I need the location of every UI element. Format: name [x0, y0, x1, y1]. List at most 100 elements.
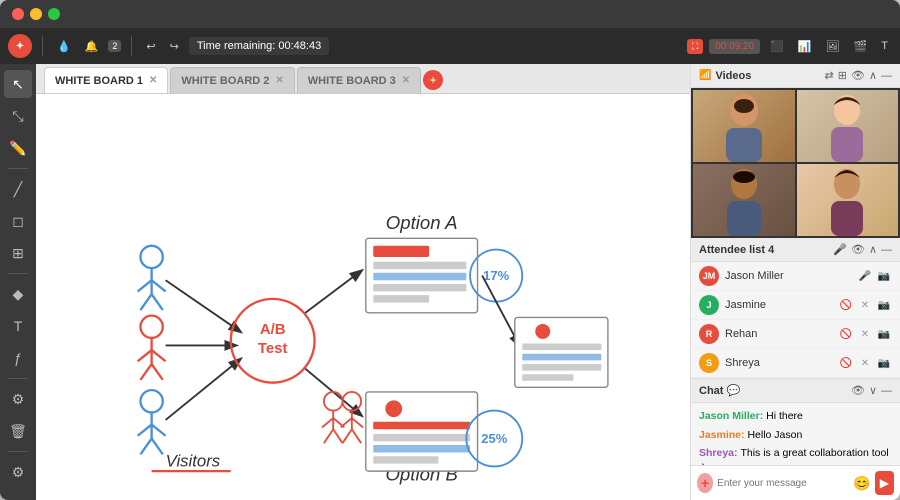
- chat-input-field[interactable]: [717, 478, 849, 489]
- chat-input-bar: + 😊 ▶: [691, 465, 900, 500]
- tab-whiteboard-2[interactable]: WHITE BOARD 2 ✕: [170, 67, 294, 93]
- tab-close-3[interactable]: ✕: [402, 75, 410, 86]
- attendee-eye-icon[interactable]: 👁: [851, 243, 865, 256]
- video-thumb-2: [797, 90, 899, 162]
- fullscreen-icon[interactable]: ⛶: [687, 39, 703, 54]
- shape-tool[interactable]: ◻: [4, 207, 32, 235]
- delete-tool[interactable]: 🗑: [4, 417, 32, 445]
- lasso-tool[interactable]: ⤡: [4, 102, 32, 130]
- chat-label: Chat 💬: [699, 384, 847, 397]
- videos-shuffle-icon[interactable]: ⇄: [825, 69, 834, 82]
- attendee-collapse-icon[interactable]: —: [881, 244, 892, 256]
- whiteboard-canvas[interactable]: Visitors: [36, 94, 690, 500]
- help-tool[interactable]: ⚙: [4, 458, 32, 486]
- chat-add-button[interactable]: +: [697, 473, 713, 493]
- tabs-bar: WHITE BOARD 1 ✕ WHITE BOARD 2 ✕ WHITE BO…: [36, 64, 690, 94]
- chat-emoji-icon[interactable]: 😊: [853, 475, 870, 492]
- attendee-list-label: Attendee list 4: [699, 244, 829, 256]
- attendee-controls-2: 🚫 ✕ 📷: [838, 297, 892, 313]
- chat-collapse-icon[interactable]: —: [881, 385, 892, 397]
- grid-tool[interactable]: ⊞: [4, 239, 32, 267]
- attendee-expand-icon[interactable]: ∧: [869, 243, 877, 256]
- close-button[interactable]: [12, 8, 24, 20]
- badge: 2: [108, 40, 121, 52]
- attendee-controls-1: 🎤 📷: [857, 268, 892, 284]
- chat-eye-icon[interactable]: 👁: [851, 384, 865, 397]
- cam-mute-icon-4[interactable]: ✕: [857, 355, 873, 371]
- water-icon[interactable]: 💧: [53, 38, 75, 55]
- tool-separator-1: [8, 168, 28, 169]
- mic-mute-icon-2[interactable]: 🚫: [838, 297, 854, 313]
- title-bar: [0, 0, 900, 28]
- svg-text:17%: 17%: [483, 268, 509, 283]
- tab-whiteboard-3[interactable]: WHITE BOARD 3 ✕: [297, 67, 421, 93]
- chat-expand-icon[interactable]: ∨: [869, 384, 877, 397]
- cam-icon-1[interactable]: 📷: [876, 268, 892, 284]
- attendee-mic-icon[interactable]: 🎤: [833, 243, 847, 256]
- toolbar-icon-1[interactable]: ⬛: [766, 38, 788, 55]
- attendee-badge-1: JM: [699, 266, 719, 286]
- toolbar-icon-4[interactable]: 🎬: [850, 38, 872, 55]
- attendee-name-4: Shreya: [725, 357, 832, 369]
- tab-close-1[interactable]: ✕: [149, 75, 157, 86]
- minimize-button[interactable]: [30, 8, 42, 20]
- chat-header: Chat 💬 👁 ∨ —: [691, 379, 900, 403]
- maximize-button[interactable]: [48, 8, 60, 20]
- undo-button[interactable]: ↩: [142, 38, 159, 55]
- toolbar-icon-2[interactable]: 📊: [794, 38, 816, 55]
- line-tool[interactable]: ╱: [4, 175, 32, 203]
- cam-mute-icon-3[interactable]: ✕: [857, 326, 873, 342]
- redo-button[interactable]: ↪: [166, 38, 183, 55]
- curve-tool[interactable]: ƒ: [4, 344, 32, 372]
- video-thumb-3: [693, 164, 795, 236]
- videos-grid-icon[interactable]: ⊞: [838, 69, 847, 82]
- chat-section: Chat 💬 👁 ∨ — Jason Miller: Hi there Jasm…: [691, 379, 900, 500]
- attendee-badge-2: J: [699, 295, 719, 315]
- videos-label: Videos: [715, 70, 820, 82]
- attendee-item-1: JM Jason Miller 🎤 📷: [691, 262, 900, 291]
- tab-whiteboard-1[interactable]: WHITE BOARD 1 ✕: [44, 67, 168, 93]
- chat-message-3: Shreya: This is a great collaboration to…: [699, 446, 892, 465]
- toolbar-separator-2: [131, 36, 132, 56]
- mic-mute-icon-3[interactable]: 🚫: [838, 326, 854, 342]
- chat-messages: Jason Miller: Hi there Jasmine: Hello Ja…: [691, 403, 900, 465]
- right-panel: 📶 Videos ⇄ ⊞ 👁 ∧ —: [690, 64, 900, 500]
- text-tool[interactable]: T: [4, 312, 32, 340]
- videos-eye-icon[interactable]: 👁: [851, 69, 865, 82]
- attendee-item-2: J Jasmine 🚫 ✕ 📷: [691, 291, 900, 320]
- chat-send-button[interactable]: ▶: [875, 471, 894, 495]
- eraser-tool[interactable]: ◆: [4, 280, 32, 308]
- add-tab-button[interactable]: +: [423, 70, 443, 90]
- svg-text:Visitors: Visitors: [166, 451, 221, 470]
- pen-tool[interactable]: ✏️: [4, 134, 32, 162]
- attendee-controls-4: 🚫 ✕ 📷: [838, 355, 892, 371]
- video-thumb-1: [693, 90, 795, 162]
- mic-mute-icon-4[interactable]: 🚫: [838, 355, 854, 371]
- cam-icon-2[interactable]: 📷: [876, 297, 892, 313]
- attendee-badge-4: S: [699, 353, 719, 373]
- cam-icon-4[interactable]: 📷: [876, 355, 892, 371]
- svg-text:25%: 25%: [481, 431, 507, 446]
- attendee-item-4: S Shreya 🚫 ✕ 📷: [691, 349, 900, 378]
- video-thumb-4: [797, 164, 899, 236]
- tab-close-2[interactable]: ✕: [275, 75, 283, 86]
- attendee-name-3: Rehan: [725, 328, 832, 340]
- toolbar-icon-3[interactable]: 🖼: [822, 38, 844, 55]
- chat-text-1: Hi there: [766, 410, 803, 422]
- cam-mute-icon-2[interactable]: ✕: [857, 297, 873, 313]
- videos-collapse-icon[interactable]: —: [881, 70, 892, 82]
- cam-icon-3[interactable]: 📷: [876, 326, 892, 342]
- chat-message-2: Jasmine: Hello Jason: [699, 428, 892, 443]
- videos-expand-icon[interactable]: ∧: [869, 69, 877, 82]
- tool-separator-2: [8, 273, 28, 274]
- toolbar-icon-5[interactable]: T: [877, 38, 892, 54]
- app-window: ✦ 💧 🔔 2 ↩ ↪ Time remaining: 00:48:43 ⛶ 0…: [0, 0, 900, 500]
- content-area: WHITE BOARD 1 ✕ WHITE BOARD 2 ✕ WHITE BO…: [36, 64, 690, 500]
- settings-tool[interactable]: ⚙: [4, 385, 32, 413]
- toolbar-separator-1: [42, 36, 43, 56]
- chat-text-2: Hello Jason: [747, 429, 802, 441]
- chat-sender-3: Shreya:: [699, 447, 740, 459]
- select-tool[interactable]: ↖: [4, 70, 32, 98]
- bell-icon[interactable]: 🔔: [81, 38, 103, 55]
- mic-icon-1[interactable]: 🎤: [857, 268, 873, 284]
